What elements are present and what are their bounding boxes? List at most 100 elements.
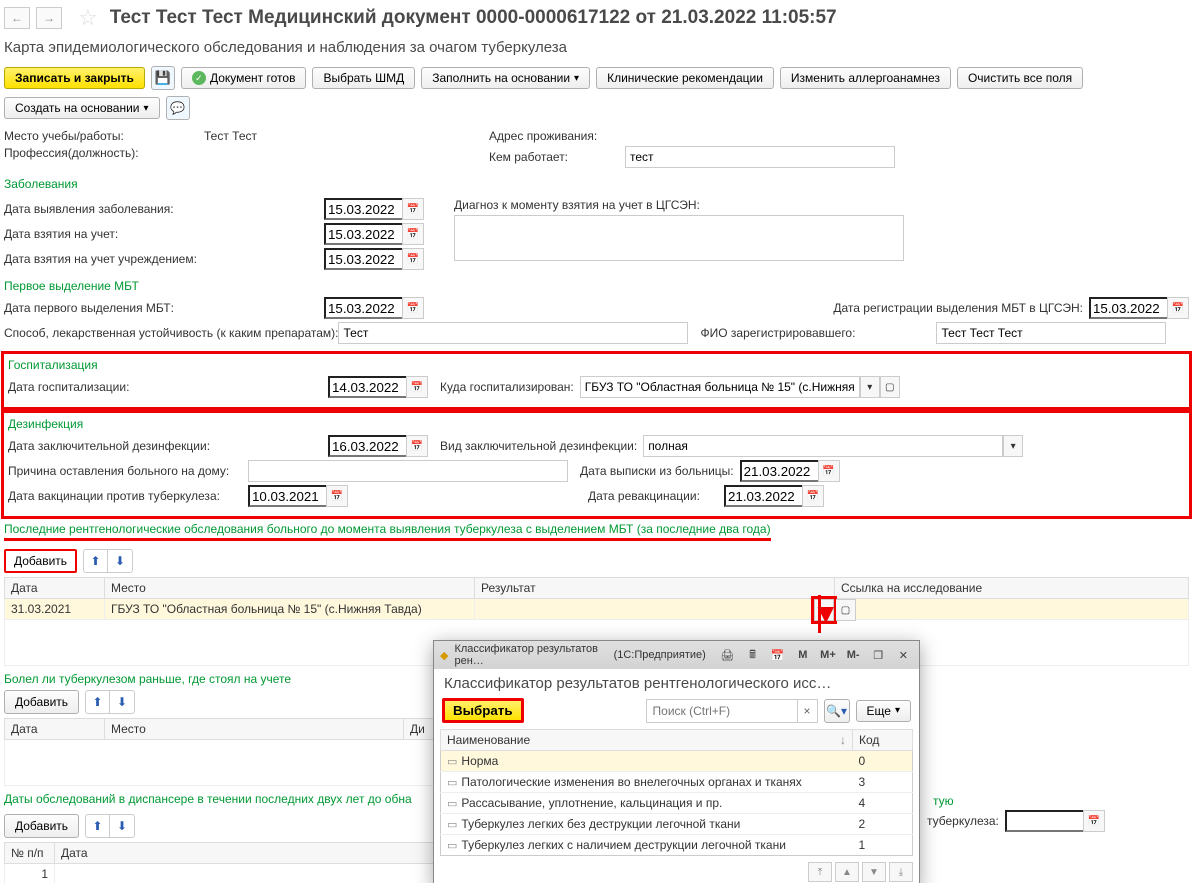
calendar-icon[interactable]: 📅 — [402, 223, 424, 245]
reg-inst-input[interactable] — [324, 248, 402, 270]
table-row[interactable]: 31.03.2021 ГБУЗ ТО "Областная больница №… — [5, 599, 1189, 620]
first-icon[interactable]: ⤒ — [808, 862, 832, 882]
create-based-button[interactable]: Создать на основании — [4, 97, 160, 119]
last-icon[interactable]: ⤓ — [889, 862, 913, 882]
move-buttons: ⬆ ⬇ — [83, 549, 133, 573]
cell-result[interactable]: ▾ ▢ — [475, 599, 835, 620]
hosp-date-label: Дата госпитализации: — [8, 380, 328, 394]
m-plus-icon[interactable]: M+ — [818, 645, 837, 665]
vacc-label: Дата вакцинации против туберкулеза: — [8, 489, 248, 503]
m-minus-icon[interactable]: M- — [844, 645, 863, 665]
home-reason-input[interactable] — [248, 460, 568, 482]
save-close-button[interactable]: Записать и закрыть — [4, 67, 145, 89]
frag-tuyu: тую — [933, 794, 954, 808]
list-item[interactable]: ▭Патологические изменения во внелегочных… — [441, 772, 913, 793]
clear-all-button[interactable]: Очистить все поля — [957, 67, 1083, 89]
calendar-icon[interactable]: 📅 — [1083, 810, 1105, 832]
reg-date-input[interactable] — [324, 223, 402, 245]
favorite-icon[interactable]: ☆ — [78, 5, 98, 31]
nav-back-icon[interactable]: ← — [4, 7, 30, 29]
frag-date-input[interactable] — [1005, 810, 1083, 832]
list-item[interactable]: ▭Туберкулез легких без деструкции легочн… — [441, 814, 913, 835]
disinf-final-label: Дата заключительной дезинфекции: — [8, 439, 328, 453]
dropdown-icon[interactable]: ▾ — [860, 376, 880, 398]
mbt-fio-input[interactable] — [936, 322, 1166, 344]
add-button[interactable]: Добавить — [4, 549, 77, 573]
discharge-input[interactable] — [740, 460, 818, 482]
disinf-kind-input[interactable] — [643, 435, 1003, 457]
more-button[interactable]: Еще — [856, 700, 911, 722]
move-up-icon[interactable]: ⬆ — [86, 691, 110, 713]
move-down-icon[interactable]: ⬇ — [110, 815, 134, 837]
page-subtitle: Карта эпидемиологического обследования и… — [0, 33, 1193, 64]
change-allergo-button[interactable]: Изменить аллергоанамнез — [780, 67, 951, 89]
calendar-icon[interactable]: 📅 — [402, 248, 424, 270]
vacc-input[interactable] — [248, 485, 326, 507]
col-date: Дата — [55, 843, 434, 864]
col-result: Результат — [475, 578, 835, 599]
doc-ready-button[interactable]: ✓Документ готов — [181, 67, 307, 89]
m-icon[interactable]: M — [793, 645, 812, 665]
move-down-icon[interactable]: ⬇ — [110, 691, 134, 713]
clinical-rec-button[interactable]: Клинические рекомендации — [596, 67, 774, 89]
restore-icon[interactable]: ❐ — [869, 645, 888, 665]
modal-title: Классификатор результатов рентгенологиче… — [434, 669, 919, 696]
select-button[interactable]: Выбрать — [442, 698, 524, 723]
disinf-final-input[interactable] — [328, 435, 406, 457]
table-row[interactable]: 1 — [5, 864, 434, 883]
calendar-icon[interactable]: 📅 — [402, 297, 424, 319]
col-date: Дата — [5, 578, 105, 599]
study-place-value: Тест Тест — [204, 129, 257, 143]
calendar-icon[interactable]: 📅 — [802, 485, 824, 507]
calendar-icon[interactable]: 📅 — [326, 485, 348, 507]
move-up-icon[interactable]: ⬆ — [86, 815, 110, 837]
close-icon[interactable]: ✕ — [894, 645, 913, 665]
calendar-icon[interactable]: 📅 — [406, 376, 428, 398]
revacc-input[interactable] — [724, 485, 802, 507]
calendar-icon[interactable]: 📅 — [818, 460, 840, 482]
down-icon[interactable]: ▼ — [862, 862, 886, 882]
calendar-icon[interactable]: 📅 — [406, 435, 428, 457]
list-item[interactable]: ▭Туберкулез легких с наличием деструкции… — [441, 835, 913, 856]
move-up-icon[interactable]: ⬆ — [84, 550, 108, 572]
search-button[interactable]: 🔍▾ — [824, 699, 850, 723]
mbt-first-input[interactable] — [324, 297, 402, 319]
select-shmd-button[interactable]: Выбрать ШМД — [312, 67, 415, 89]
discuss-icon[interactable]: 💬 — [166, 96, 190, 120]
detect-date-input[interactable] — [324, 198, 402, 220]
employer-input[interactable] — [625, 146, 895, 168]
mbt-method-input[interactable] — [338, 322, 688, 344]
hosp-date-input[interactable] — [328, 376, 406, 398]
up-icon[interactable]: ▲ — [835, 862, 859, 882]
mbt-cgsen-label: Дата регистрации выделения МБТ в ЦГСЭН: — [833, 301, 1083, 315]
calendar-icon[interactable]: 📅 — [402, 198, 424, 220]
col-name[interactable]: Наименование↓ — [441, 730, 853, 751]
move-down-icon[interactable]: ⬇ — [108, 550, 132, 572]
calendar2-icon[interactable]: 📅 — [768, 645, 787, 665]
open-icon[interactable]: ▢ — [880, 376, 900, 398]
nav-forward-icon[interactable]: → — [36, 7, 62, 29]
list-item[interactable]: ▭Норма0 — [441, 751, 913, 772]
modal-titlebar-right: (1С:Предприятие) — [614, 649, 706, 661]
list-item[interactable]: ▭Рассасывание, уплотнение, кальцинация и… — [441, 793, 913, 814]
mbt-cgsen-input[interactable] — [1089, 297, 1167, 319]
col-code[interactable]: Код — [853, 730, 913, 751]
diag-label: Диагноз к моменту взятия на учет в ЦГСЭН… — [454, 198, 700, 212]
save-icon[interactable]: 💾 — [151, 66, 175, 90]
disp-section: Даты обследований в диспансере в течении… — [4, 792, 412, 806]
dropdown-icon[interactable]: ▾ — [1003, 435, 1023, 457]
search-input[interactable] — [647, 700, 797, 722]
reg-inst-label: Дата взятия на учет учреждением: — [4, 252, 324, 266]
print-icon[interactable]: 🖨 — [718, 645, 737, 665]
add-button[interactable]: Добавить — [4, 690, 79, 714]
fill-based-button[interactable]: Заполнить на основании — [421, 67, 590, 89]
add-button[interactable]: Добавить — [4, 814, 79, 838]
clear-icon[interactable]: × — [797, 700, 817, 722]
hosp-where-input[interactable] — [580, 376, 860, 398]
cell-n: 1 — [5, 864, 55, 883]
calc-icon[interactable]: 🖩 — [743, 645, 762, 665]
diag-input[interactable] — [454, 215, 904, 261]
calendar-icon[interactable]: 📅 — [1167, 297, 1189, 319]
detect-date-label: Дата выявления заболевания: — [4, 202, 324, 216]
col-place: Место — [105, 578, 475, 599]
